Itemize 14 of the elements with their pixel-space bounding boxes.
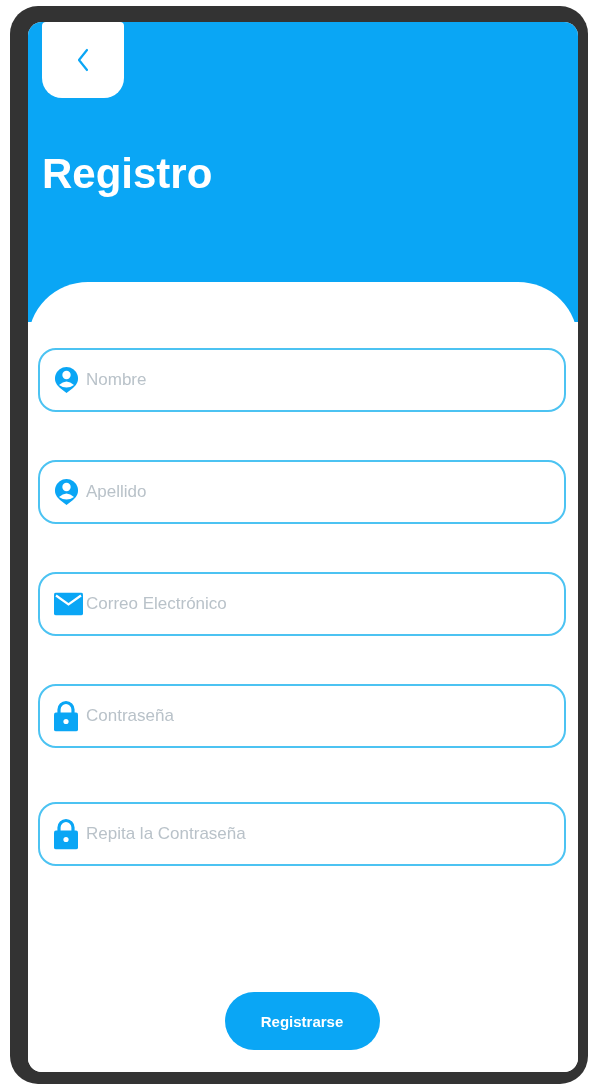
person-icon — [54, 478, 79, 506]
envelope-icon — [54, 592, 83, 616]
input-field[interactable]: Nombre — [38, 348, 566, 412]
register-button[interactable]: Registrarse — [224, 992, 380, 1050]
back-chevron-icon — [76, 48, 90, 72]
lock-icon — [54, 700, 78, 732]
back-button[interactable] — [42, 22, 124, 98]
lock-icon — [54, 818, 78, 850]
person-icon — [54, 366, 79, 394]
input-field[interactable]: Contraseña — [38, 684, 566, 748]
input-field[interactable]: Correo Electrónico — [38, 572, 566, 636]
input-field[interactable]: Repita la Contraseña — [38, 802, 566, 866]
page-title: Registro — [42, 150, 214, 198]
input-field[interactable]: Apellido — [38, 460, 566, 524]
